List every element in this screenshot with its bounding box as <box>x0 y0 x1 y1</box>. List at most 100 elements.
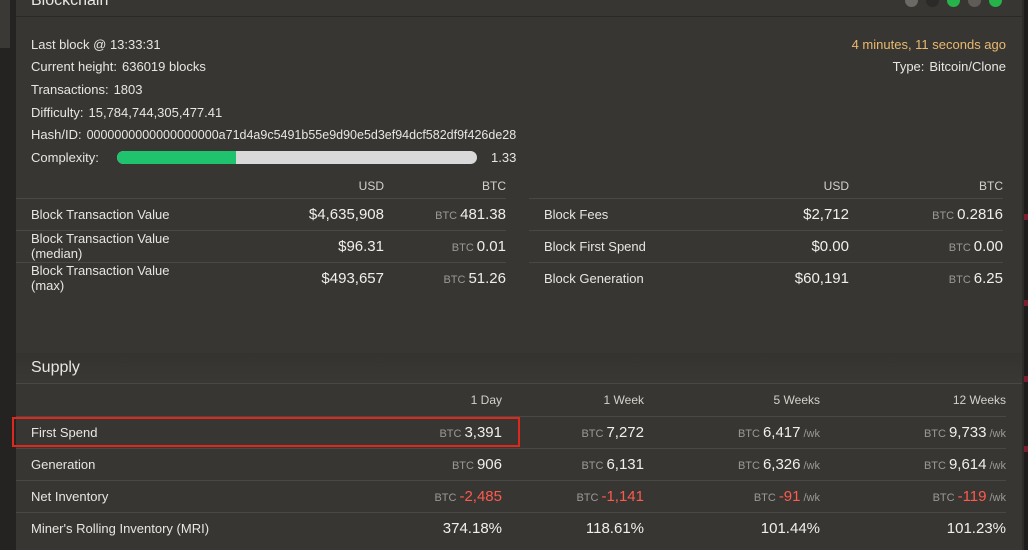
row-label: Net Inventory <box>16 479 256 512</box>
usd-value: $0.00 <box>709 229 849 262</box>
right-edge <box>1024 0 1028 550</box>
column-header-period: 12 Weeks <box>952 392 1006 407</box>
table-row: Block Transaction Value (max) $493,657 BTC… <box>16 261 506 294</box>
currency-label: BTC <box>948 273 971 286</box>
divider <box>16 16 1022 17</box>
unit-label: /wk <box>989 459 1007 472</box>
supply-value: -91 <box>778 487 801 505</box>
complexity-value: 1.33 <box>491 150 517 165</box>
supply-cell: BTC 7,272 <box>502 415 644 448</box>
table-row: Block Transaction Value (median) $96.31 BT… <box>16 229 506 262</box>
currency-label: BTC <box>932 209 955 222</box>
currency-label: BTC <box>443 273 466 286</box>
row-label: Block Transaction Value (median) <box>16 229 206 262</box>
supply-value: 7,272 <box>606 423 644 441</box>
section-divider <box>16 353 1022 383</box>
complexity-progress-bar <box>117 151 477 164</box>
supply-cell: 118.61% <box>502 511 644 544</box>
edge-marker <box>1024 376 1028 382</box>
supply-value: 9,614 <box>948 455 987 473</box>
currency-label: BTC <box>576 491 599 504</box>
table-row: Block First Spend $0.00 BTC 0.00 <box>529 229 1003 262</box>
btc-cell: BTC 0.00 <box>849 229 1003 262</box>
sidebar-tab[interactable] <box>0 0 10 48</box>
complexity-progress-fill <box>117 151 236 164</box>
btc-value: 51.26 <box>468 269 506 287</box>
supply-cell: BTC 6,131 <box>502 447 644 480</box>
column-header-usd: USD <box>823 178 849 193</box>
currency-label: BTC <box>737 427 760 440</box>
column-header-btc: BTC <box>482 178 506 193</box>
currency-label: BTC <box>932 491 955 504</box>
row-label: Block Generation <box>529 261 709 294</box>
supply-value: 6,417 <box>762 423 801 441</box>
supply-cell: 101.44% <box>644 511 820 544</box>
usd-value: $4,635,908 <box>206 197 384 230</box>
row-label: Miner's Rolling Inventory (MRI) <box>16 511 256 544</box>
currency-label: BTC <box>948 241 971 254</box>
currency-label: BTC <box>923 427 946 440</box>
btc-cell: BTC 6.25 <box>849 261 1003 294</box>
table-row: Block Transaction Value $4,635,908 BTC 481.… <box>16 197 506 230</box>
transactions-value: 1803 <box>113 82 143 97</box>
complexity-label: Complexity: <box>31 150 99 165</box>
supply-value: -119 <box>957 487 987 505</box>
supply-value: 9,733 <box>948 423 987 441</box>
time-ago: 4 minutes, 11 seconds ago <box>851 37 1006 52</box>
block-fees-table: USD BTC Block Fees $2,712 BTC 0.2816 Block F… <box>529 174 1003 294</box>
check-icon[interactable] <box>947 0 960 7</box>
unit-label: /wk <box>803 427 821 440</box>
supply-value: -1,141 <box>601 487 644 505</box>
column-header-period: 1 Day <box>470 392 502 407</box>
unit-label: /wk <box>989 491 1007 504</box>
edge-marker <box>1024 446 1028 452</box>
supply-value: -2,485 <box>459 487 502 505</box>
transactions-label: Transactions: <box>31 82 109 97</box>
blockchain-panel: Blockchain Last block @ 13:33:31 4 minut… <box>12 0 1022 550</box>
row-label: Block Transaction Value <box>16 197 206 230</box>
supply-title: Supply <box>31 359 80 376</box>
edge-marker <box>1024 214 1028 220</box>
supply-cell: 374.18% <box>256 511 502 544</box>
currency-label: BTC <box>581 459 604 472</box>
supply-value: 906 <box>476 455 502 473</box>
difficulty-label: Difficulty: <box>31 105 84 120</box>
supply-cell: BTC 9,733/wk <box>820 415 1006 448</box>
status-dot-icon <box>926 0 939 7</box>
green-status-icon[interactable] <box>989 0 1002 7</box>
unit-label: /wk <box>803 491 821 504</box>
height-value: 636019 blocks <box>122 59 206 74</box>
currency-label: BTC <box>451 459 474 472</box>
edge-marker <box>1024 300 1028 306</box>
supply-cell: BTC 6,326/wk <box>644 447 821 480</box>
row-label: Generation <box>16 447 256 480</box>
btc-value: 0.01 <box>476 237 506 255</box>
currency-label: BTC <box>753 491 776 504</box>
supply-value: 374.18% <box>442 519 502 537</box>
supply-cell: BTC 906 <box>256 447 502 480</box>
currency-label: BTC <box>435 209 458 222</box>
btc-cell: BTC 51.26 <box>384 261 506 294</box>
row-label: Block Fees <box>529 197 709 230</box>
btc-cell: BTC 0.01 <box>384 229 506 262</box>
search-icon[interactable] <box>905 0 918 7</box>
btc-cell: BTC 481.38 <box>384 197 506 230</box>
left-sidebar-edge <box>0 0 16 550</box>
column-header-period: 1 Week <box>603 392 644 407</box>
hash-value: 0000000000000000000a71d4a9c5491b55e9d90e… <box>86 128 517 142</box>
btc-cell: BTC 0.2816 <box>849 197 1003 230</box>
currency-label: BTC <box>923 459 946 472</box>
refresh-icon[interactable] <box>968 0 981 7</box>
supply-cell: BTC -1,141 <box>502 479 644 512</box>
btc-value: 0.00 <box>973 237 1003 255</box>
unit-label: /wk <box>803 459 821 472</box>
transactions: Transactions: 1803 <box>31 82 142 97</box>
panel-header-icons <box>905 0 1002 7</box>
currency-label: BTC <box>451 241 474 254</box>
column-header-period: 5 Weeks <box>773 392 820 407</box>
supply-cell: BTC 6,417/wk <box>644 415 821 448</box>
highlight-box <box>12 417 520 447</box>
type-label: Type: <box>892 59 925 74</box>
type-value: Bitcoin/Clone <box>929 59 1006 74</box>
last-block: Last block @ 13:33:31 <box>31 37 161 52</box>
